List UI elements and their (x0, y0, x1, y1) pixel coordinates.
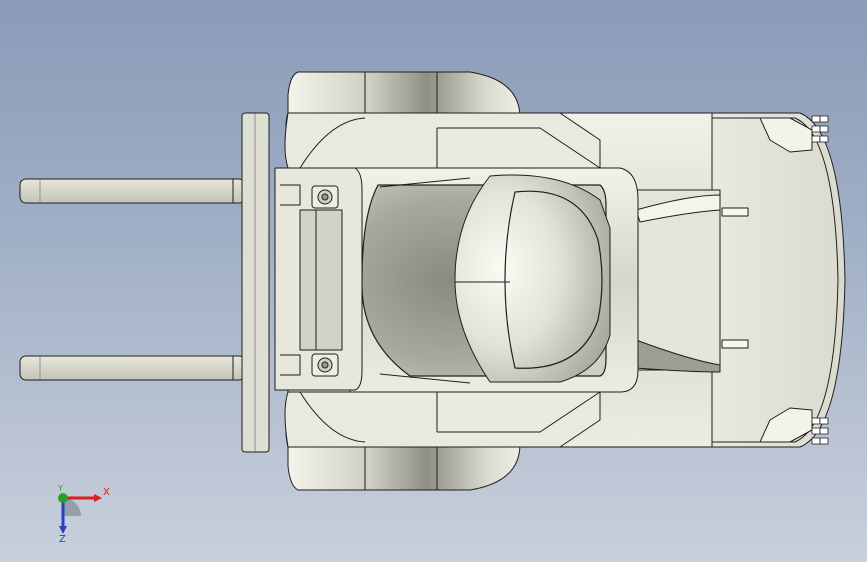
forklift-model[interactable] (0, 0, 867, 562)
x-axis-label: X (103, 487, 110, 498)
tilt-cylinder-top (311, 185, 339, 209)
graphics-viewport[interactable]: X Y Z (0, 0, 867, 562)
z-axis-label: Z (59, 534, 66, 545)
fork-lower (19, 355, 246, 381)
coordinate-triad[interactable]: X Y Z (40, 478, 120, 548)
fork-upper (19, 178, 246, 204)
tilt-cylinder-bottom (311, 353, 339, 377)
mast-carriage (241, 112, 270, 453)
y-axis-label: Y (58, 484, 63, 493)
